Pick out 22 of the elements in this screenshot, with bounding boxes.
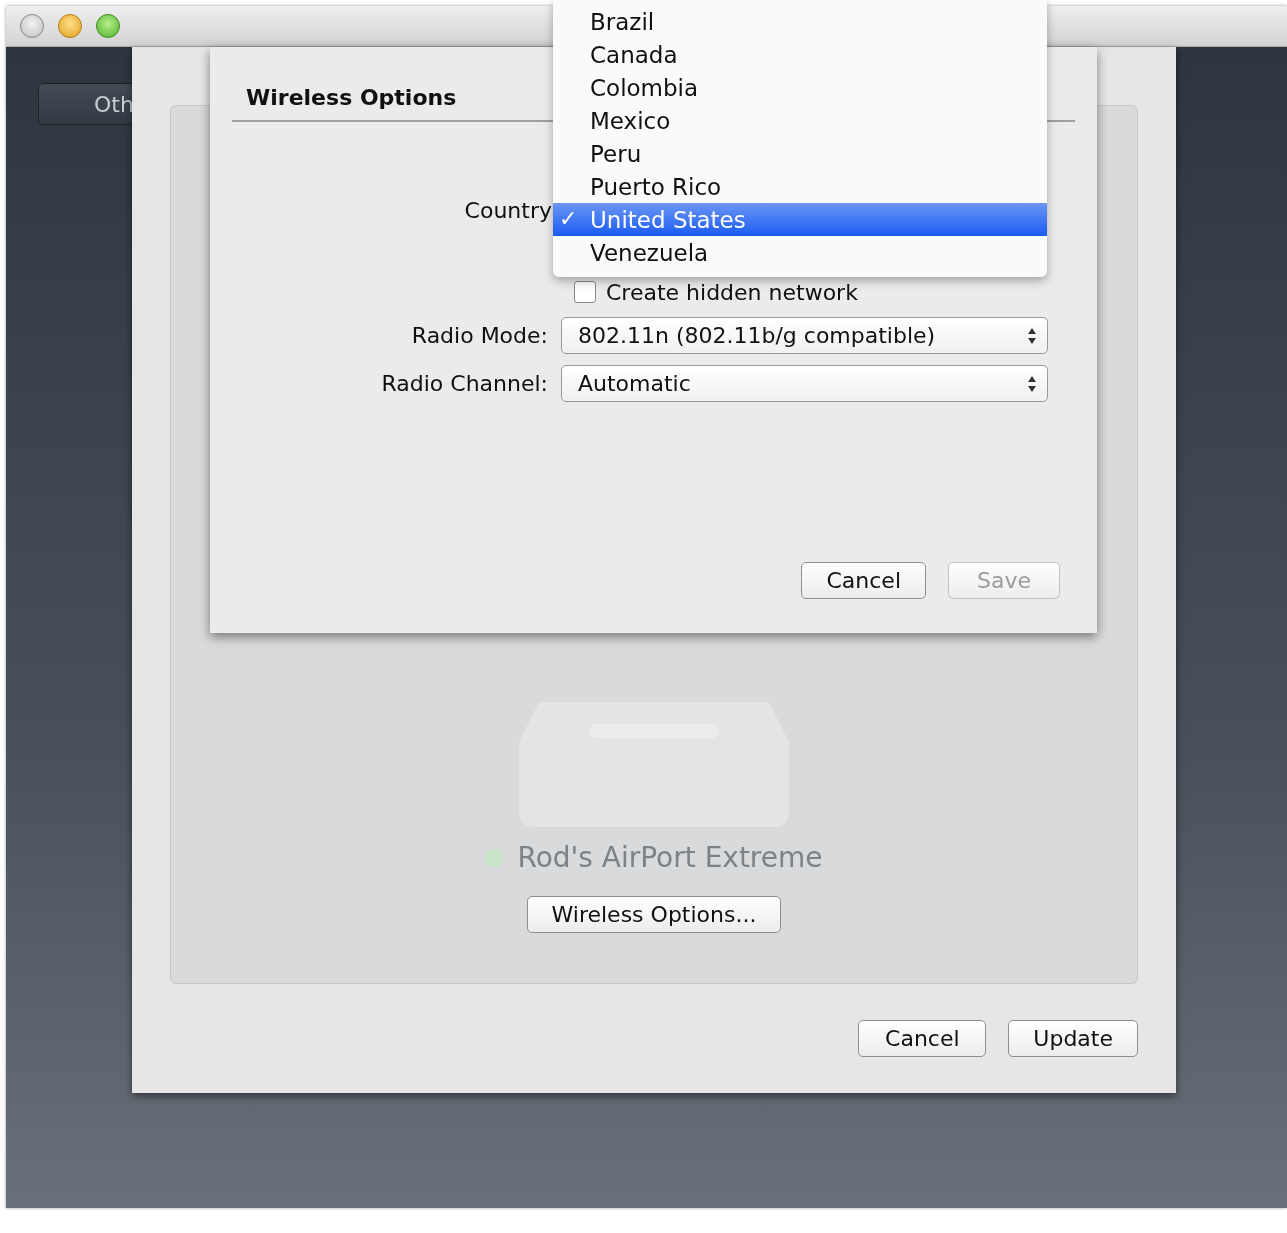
menu-item[interactable]: Venezuela <box>553 236 1047 269</box>
field-label: Radio Channel: <box>380 371 548 396</box>
device-name: Rod's AirPort Extreme <box>517 841 823 874</box>
menu-item[interactable]: Canada <box>553 38 1047 71</box>
menu-item[interactable]: Peru <box>553 137 1047 170</box>
wireless-options-button[interactable]: Wireless Options... <box>526 896 782 933</box>
popup-button[interactable]: Automatic <box>561 365 1048 402</box>
checkbox[interactable] <box>574 281 596 303</box>
popup-button[interactable]: 802.11n (802.11b/g compatible) <box>561 317 1048 354</box>
menu-item[interactable]: Brazil <box>553 5 1047 38</box>
zoom-icon[interactable] <box>96 14 120 38</box>
sheet-button[interactable]: Cancel <box>801 562 926 599</box>
checkmark-icon: ✓ <box>559 206 578 231</box>
dialog-button[interactable]: Update <box>1008 1020 1138 1057</box>
field-label: Radio Mode: <box>410 323 548 348</box>
field-label: Country <box>463 198 552 223</box>
close-icon[interactable] <box>20 14 44 38</box>
dialog-button[interactable]: Cancel <box>858 1020 987 1057</box>
menu-item[interactable]: ✓ United States <box>553 203 1047 236</box>
minimize-icon[interactable] <box>58 14 82 38</box>
checkbox-label: Create hidden network <box>606 279 858 305</box>
menu-item[interactable]: Puerto Rico <box>553 170 1047 203</box>
